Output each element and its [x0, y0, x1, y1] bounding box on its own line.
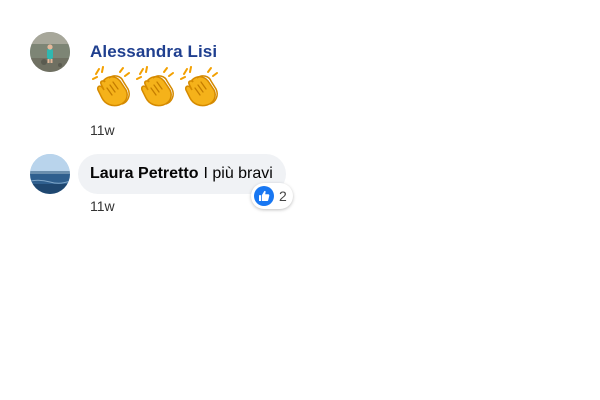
like-icon	[254, 186, 274, 206]
author-name[interactable]: Laura Petretto	[90, 165, 198, 183]
comment-text: I più bravi	[203, 165, 273, 182]
reaction-count: 2	[279, 188, 287, 204]
emoji-message	[90, 66, 220, 110]
clapping-hands-icon	[180, 66, 218, 107]
comment-timestamp[interactable]: 11w	[90, 198, 115, 214]
avatar[interactable]	[30, 154, 70, 194]
avatar[interactable]	[30, 32, 70, 72]
reaction-summary[interactable]: 2	[251, 183, 293, 209]
comment-timestamp[interactable]: 11w	[90, 122, 115, 138]
clapping-hands-icon	[136, 66, 174, 107]
clapping-hands-icon	[92, 66, 130, 107]
author-name[interactable]: Alessandra Lisi	[90, 42, 217, 62]
